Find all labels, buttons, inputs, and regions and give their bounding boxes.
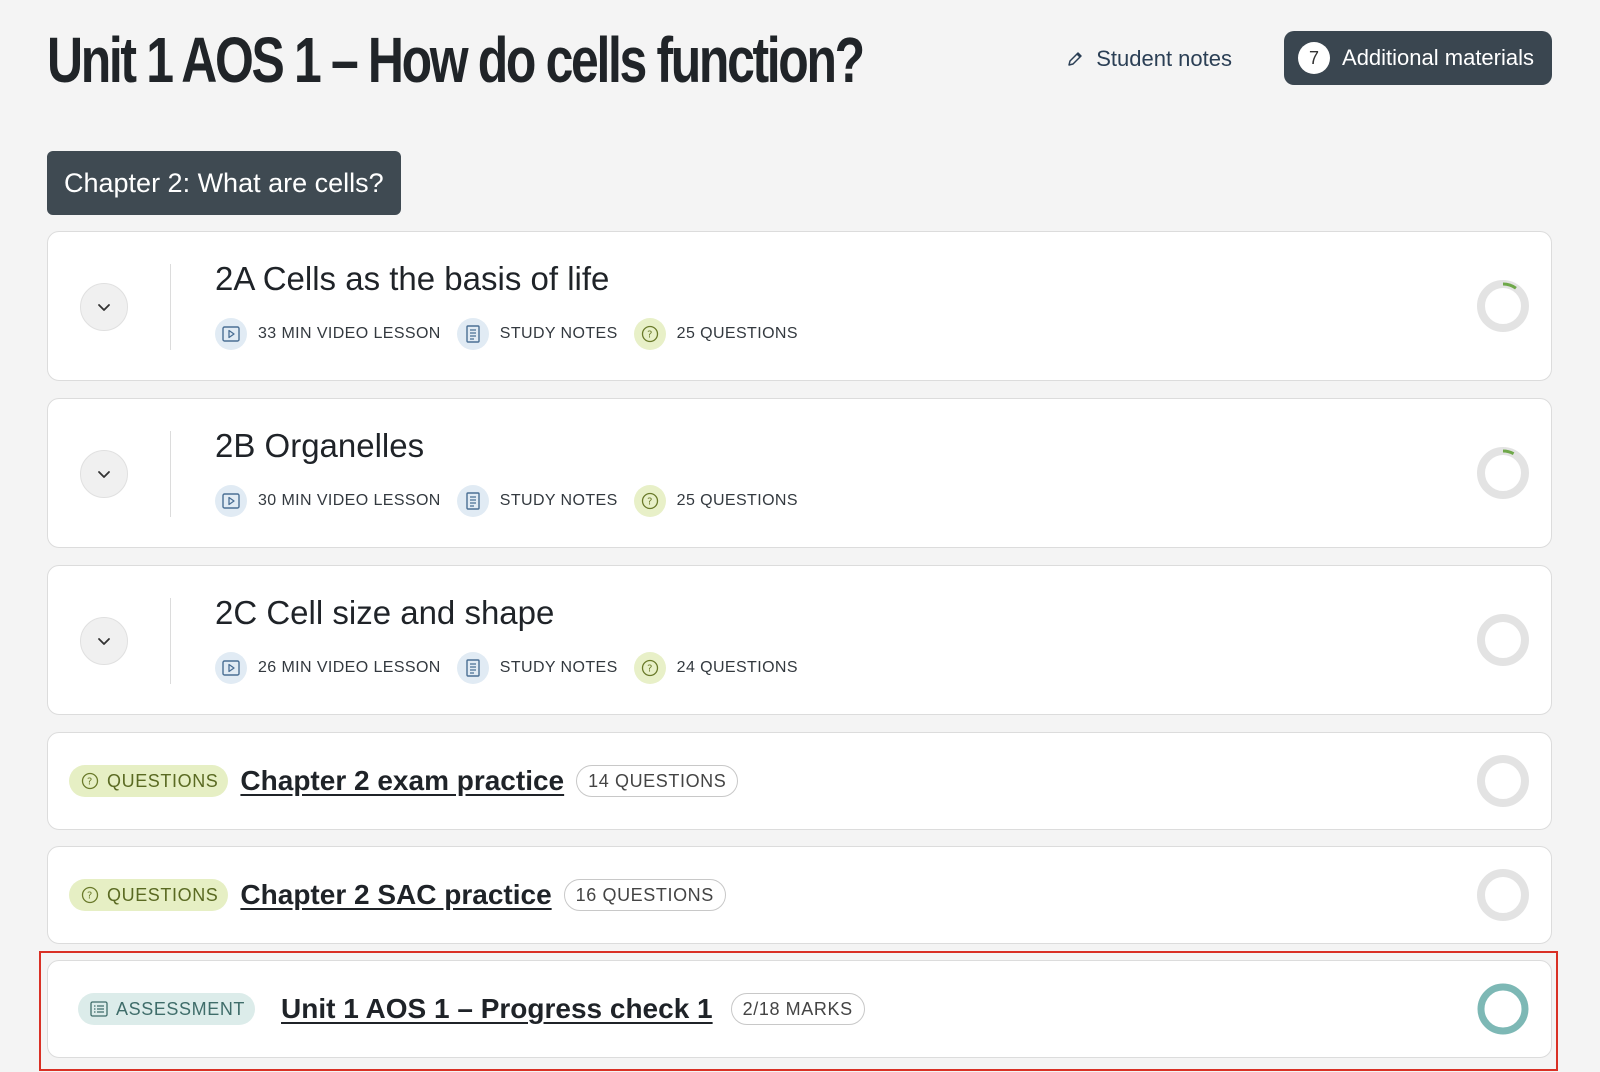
questions-label: 25 QUESTIONS	[676, 492, 798, 509]
study-notes-item: STUDY NOTES	[456, 485, 618, 517]
question-circle-icon: ?	[633, 318, 666, 350]
list-icon	[90, 1001, 108, 1017]
lesson-card[interactable]: 2C Cell size and shape 26 MIN VIDEO LESS…	[47, 565, 1552, 715]
video-play-icon	[215, 485, 247, 517]
progress-ring-track	[1477, 447, 1529, 499]
question-circle-icon: ?	[633, 485, 666, 517]
svg-text:?: ?	[647, 330, 653, 341]
additional-materials-label: Additional materials	[1342, 45, 1534, 70]
progress-ring	[1477, 755, 1529, 807]
document-icon	[456, 652, 489, 684]
chevron-down-icon	[98, 304, 110, 311]
video-lesson-item: 30 MIN VIDEO LESSON	[215, 485, 441, 517]
question-circle-icon: ?	[81, 772, 99, 790]
svg-text:?: ?	[87, 777, 93, 788]
practice-card[interactable]: ? QUESTIONS Chapter 2 SAC practice 16 QU…	[47, 846, 1552, 944]
video-play-icon	[215, 652, 247, 684]
sac-practice-link[interactable]: Chapter 2 SAC practice	[240, 879, 551, 911]
progress-ring	[1477, 983, 1529, 1035]
expand-button[interactable]	[80, 283, 128, 331]
study-notes-label: STUDY NOTES	[499, 325, 618, 342]
materials-count-badge: 7	[1298, 42, 1331, 74]
lesson-title: 2B Organelles	[215, 427, 425, 464]
assessment-tag-label: ASSESSMENT	[116, 998, 246, 1019]
lesson-meta: 33 MIN VIDEO LESSON STUDY NOTES ? 25 QUE…	[215, 318, 814, 350]
divider	[170, 431, 171, 517]
video-lesson-item: 33 MIN VIDEO LESSON	[215, 318, 441, 350]
study-notes-label: STUDY NOTES	[499, 659, 618, 676]
svg-text:?: ?	[647, 497, 653, 508]
page-header: Unit 1 AOS 1 – How do cells function? St…	[47, 22, 1552, 96]
questions-item: ? 25 QUESTIONS	[633, 318, 798, 350]
chapter-heading: Chapter 2: What are cells?	[47, 151, 401, 215]
question-count-pill: 16 QUESTIONS	[563, 879, 726, 911]
progress-ring-complete	[1477, 983, 1529, 1035]
video-lesson-label: 30 MIN VIDEO LESSON	[258, 492, 441, 509]
pencil-icon	[1068, 52, 1082, 66]
video-play-icon	[215, 318, 247, 350]
questions-item: ? 24 QUESTIONS	[633, 652, 798, 684]
questions-label: 25 QUESTIONS	[676, 325, 798, 342]
document-icon	[456, 318, 489, 350]
lesson-card[interactable]: 2B Organelles 30 MIN VIDEO LESSON STUDY …	[47, 398, 1552, 548]
questions-label: 24 QUESTIONS	[676, 659, 798, 676]
video-lesson-label: 26 MIN VIDEO LESSON	[258, 659, 441, 676]
questions-tag: ? QUESTIONS	[69, 879, 229, 911]
svg-text:?: ?	[87, 891, 93, 902]
lesson-meta: 26 MIN VIDEO LESSON STUDY NOTES ? 24 QUE…	[215, 652, 814, 684]
progress-ring	[1477, 869, 1529, 921]
questions-tag-label: QUESTIONS	[107, 884, 219, 905]
progress-ring	[1477, 280, 1529, 332]
lesson-card[interactable]: 2A Cells as the basis of life 33 MIN VID…	[47, 231, 1552, 381]
progress-ring-track	[1477, 755, 1529, 807]
lesson-title: 2C Cell size and shape	[215, 594, 555, 631]
divider	[170, 264, 171, 350]
video-lesson-item: 26 MIN VIDEO LESSON	[215, 652, 441, 684]
divider	[170, 598, 171, 684]
lesson-title: 2A Cells as the basis of life	[215, 260, 610, 297]
document-icon	[456, 485, 489, 517]
questions-tag: ? QUESTIONS	[69, 765, 229, 797]
student-notes-link[interactable]: Student notes	[1066, 42, 1232, 76]
progress-check-link[interactable]: Unit 1 AOS 1 – Progress check 1	[281, 993, 713, 1025]
marks-pill: 2/18 MARKS	[730, 993, 865, 1025]
assessment-tag: ASSESSMENT	[78, 993, 256, 1025]
additional-materials-button[interactable]: 7 Additional materials	[1284, 31, 1552, 85]
expand-button[interactable]	[80, 450, 128, 498]
study-notes-label: STUDY NOTES	[499, 492, 618, 509]
chevron-down-icon	[98, 638, 110, 645]
questions-tag-label: QUESTIONS	[107, 770, 219, 791]
expand-button[interactable]	[80, 617, 128, 665]
page-title: Unit 1 AOS 1 – How do cells function?	[47, 24, 865, 96]
student-notes-label: Student notes	[1096, 46, 1232, 71]
progress-ring-track	[1477, 869, 1529, 921]
video-lesson-label: 33 MIN VIDEO LESSON	[258, 325, 441, 342]
study-notes-item: STUDY NOTES	[456, 318, 618, 350]
svg-text:?: ?	[647, 664, 653, 675]
study-notes-item: STUDY NOTES	[456, 652, 618, 684]
question-circle-icon: ?	[81, 886, 99, 904]
question-count-pill: 14 QUESTIONS	[576, 765, 739, 797]
chevron-down-icon	[98, 471, 110, 478]
questions-item: ? 25 QUESTIONS	[633, 485, 798, 517]
progress-ring	[1477, 447, 1529, 499]
assessment-card[interactable]: ASSESSMENT Unit 1 AOS 1 – Progress check…	[47, 960, 1552, 1058]
practice-card[interactable]: ? QUESTIONS Chapter 2 exam practice 14 Q…	[47, 732, 1552, 830]
progress-ring-track	[1477, 280, 1529, 332]
lesson-meta: 30 MIN VIDEO LESSON STUDY NOTES ? 25 QUE…	[215, 485, 814, 517]
progress-ring-track	[1477, 614, 1529, 666]
progress-ring	[1477, 614, 1529, 666]
exam-practice-link[interactable]: Chapter 2 exam practice	[240, 765, 564, 797]
question-circle-icon: ?	[633, 652, 666, 684]
